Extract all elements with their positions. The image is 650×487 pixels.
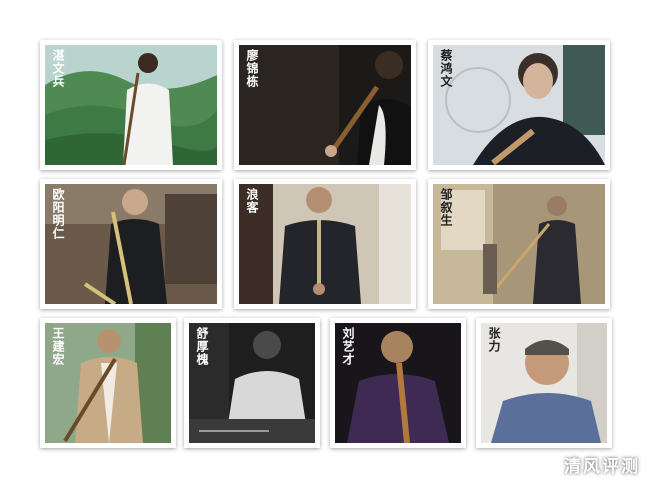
photo-card-9: 刘艺才	[330, 318, 466, 448]
photo-card-7: 王建宏	[40, 318, 176, 448]
name-label: 邹叙生	[439, 188, 453, 227]
photo-card-8: 舒厚槐	[184, 318, 320, 448]
photo-liao-jindong: 廖锦栋	[239, 45, 411, 165]
photo-zhan-wenbing: 湛文兵	[45, 45, 217, 165]
photo-cai-hongwen: 蔡鸿文	[433, 45, 605, 165]
photo-card-10: 张力	[476, 318, 612, 448]
photo-card-1: 湛文兵	[40, 40, 222, 170]
photo-card-2: 廖锦栋	[234, 40, 416, 170]
name-label: 王建宏	[51, 327, 65, 366]
photo-card-3: 蔡鸿文	[428, 40, 610, 170]
photo-zhang-li: 张力	[481, 323, 607, 443]
photo-lang-ke: 浪客	[239, 184, 411, 304]
photo-shu-houhuai: 舒厚槐	[189, 323, 315, 443]
name-label: 湛文兵	[51, 49, 65, 88]
photo-card-5: 浪客	[234, 179, 416, 309]
photo-liu-yicai: 刘艺才	[335, 323, 461, 443]
photo-card-4: 欧阳明仁	[40, 179, 222, 309]
photo-card-6: 邹叙生	[428, 179, 610, 309]
photo-zou-xusheng: 邹叙生	[433, 184, 605, 304]
name-label: 欧阳明仁	[51, 188, 65, 240]
photo-wang-jianhong: 王建宏	[45, 323, 171, 443]
name-label: 浪客	[245, 188, 259, 214]
photo-ouyang-mingren: 欧阳明仁	[45, 184, 217, 304]
watermark: 清风评测	[564, 457, 640, 477]
name-label: 舒厚槐	[195, 327, 209, 366]
name-label: 廖锦栋	[245, 49, 259, 88]
name-label: 刘艺才	[341, 327, 355, 366]
name-label: 张力	[487, 327, 501, 353]
name-label: 蔡鸿文	[439, 49, 453, 88]
